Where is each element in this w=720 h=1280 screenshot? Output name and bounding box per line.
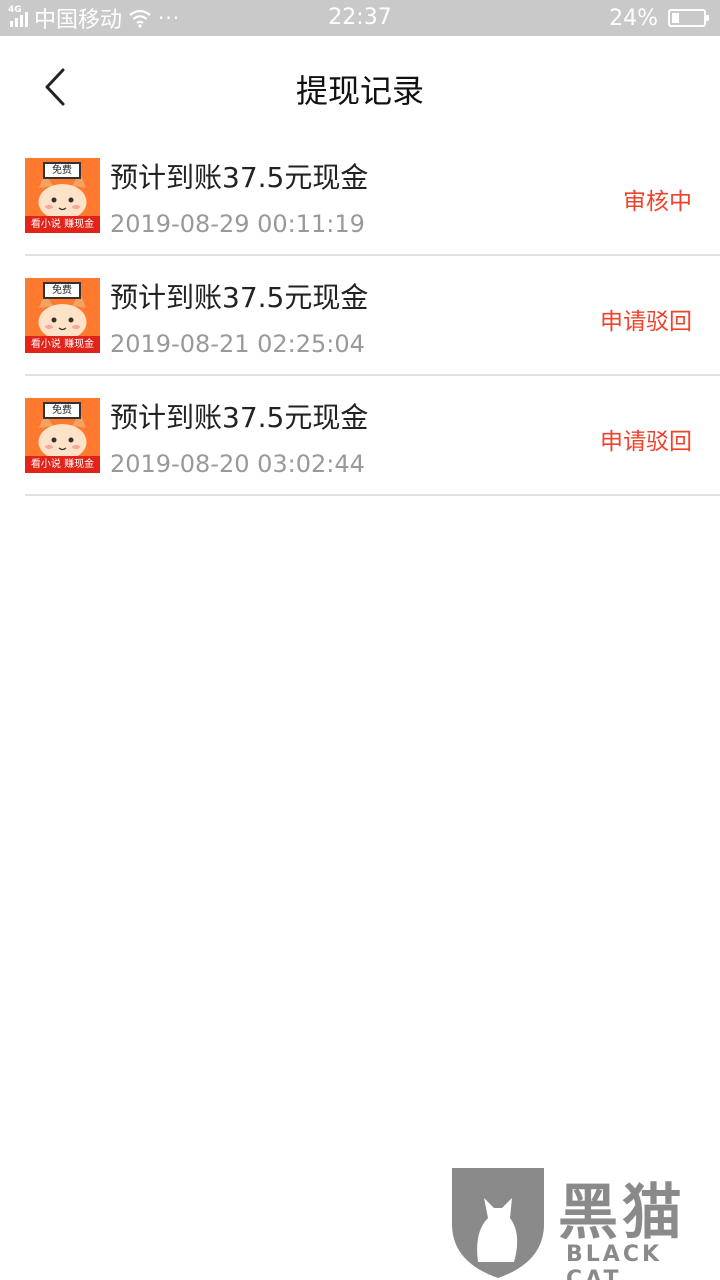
black-cat-watermark: 黑猫 BLACK CAT	[448, 1162, 720, 1280]
battery-percent: 24%	[609, 5, 658, 31]
icon-ribbon: 看小说 赚现金	[25, 336, 100, 353]
icon-ribbon: 看小说 赚现金	[25, 216, 100, 233]
app-icon: 免费 看小说 赚现金	[25, 398, 100, 473]
record-time: 2019-08-29 00:11:19	[110, 210, 365, 238]
app-icon: 免费 看小说 赚现金	[25, 158, 100, 233]
record-title: 预计到账37.5元现金	[110, 281, 369, 314]
list-item[interactable]: 免费 看小说 赚现金 预计到账37.5元现金 2019-08-21 02:25:…	[0, 256, 720, 376]
battery-fill	[672, 13, 679, 23]
list-item[interactable]: 免费 看小说 赚现金 预计到账37.5元现金 2019-08-20 03:02:…	[0, 376, 720, 496]
withdraw-record-list: 免费 看小说 赚现金 预计到账37.5元现金 2019-08-29 00:11:…	[0, 136, 720, 496]
watermark-en: BLACK CAT	[566, 1242, 663, 1280]
record-title: 预计到账37.5元现金	[110, 401, 369, 434]
icon-ribbon: 看小说 赚现金	[25, 456, 100, 473]
status-bar: 4G 中国移动 ··· 22:37 24%	[0, 0, 720, 36]
divider	[25, 494, 720, 496]
record-time: 2019-08-20 03:02:44	[110, 450, 365, 478]
watermark-cn: 黑猫	[558, 1178, 686, 1248]
record-title: 预计到账37.5元现金	[110, 161, 369, 194]
battery-icon	[668, 9, 709, 27]
record-status: 申请驳回	[600, 429, 692, 455]
record-time: 2019-08-21 02:25:04	[110, 330, 365, 358]
status-right: 24%	[609, 0, 709, 36]
page-title: 提现记录	[295, 72, 424, 110]
free-badge: 免费	[43, 162, 81, 179]
list-item[interactable]: 免费 看小说 赚现金 预计到账37.5元现金 2019-08-29 00:11:…	[0, 136, 720, 256]
free-badge: 免费	[43, 402, 81, 419]
free-badge: 免费	[43, 282, 81, 299]
nav-bar: 提现记录	[0, 36, 720, 136]
shield-cat-icon	[452, 1168, 544, 1278]
record-status: 申请驳回	[600, 309, 692, 335]
record-status: 审核中	[623, 189, 692, 215]
app-icon: 免费 看小说 赚现金	[25, 278, 100, 353]
